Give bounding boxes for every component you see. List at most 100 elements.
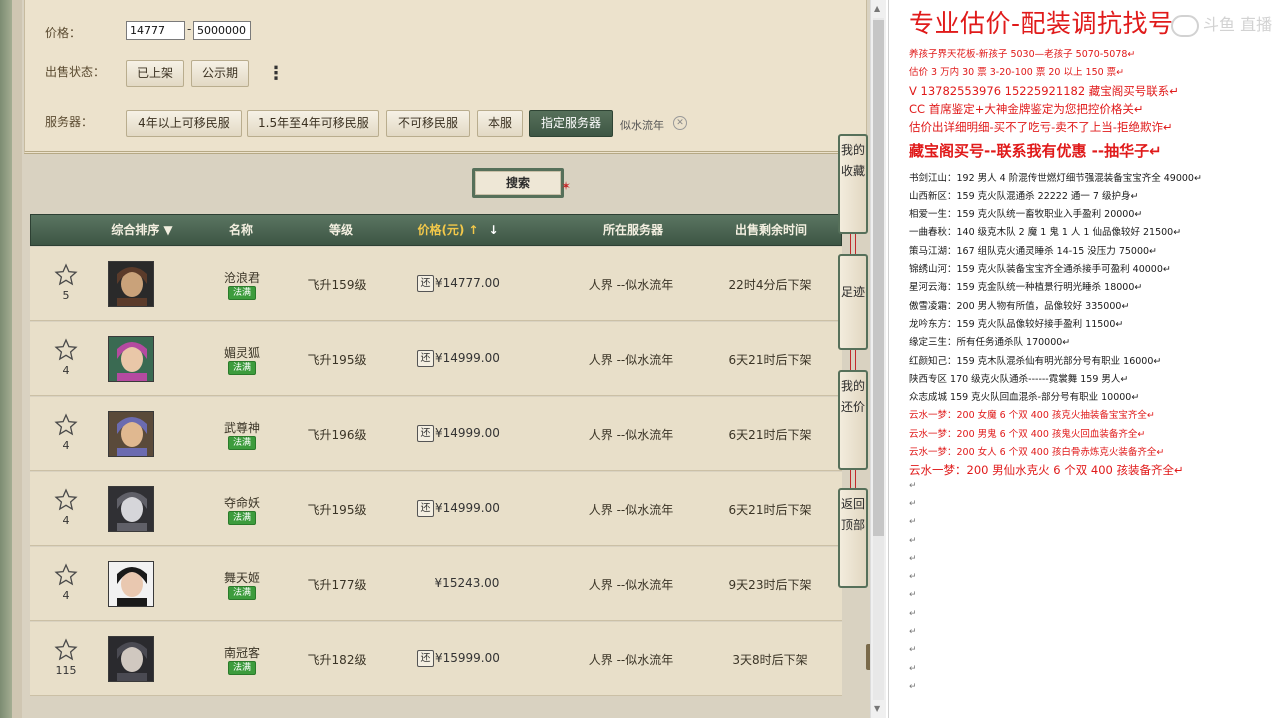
server-name: 人界 --似水流年 (588, 578, 674, 592)
note-line: 缘定三生：所有任务通杀队 170000↵ (909, 337, 1071, 349)
note-line: V 13782553976 15225921182 藏宝阁买号联系↵ (909, 83, 1179, 98)
table-row[interactable]: 4 夺命妖 法满 飞升195级 还 ¥14999.00 人界 --似水流年 6天21时后下架 (30, 472, 842, 546)
name-header: 名称 (228, 223, 253, 237)
character-avatar[interactable] (108, 336, 154, 382)
price-header[interactable]: 价格(元) ↑ ↓ (403, 215, 513, 247)
empty-line-marker: ↵ (909, 517, 917, 528)
price-label: 价格： (45, 26, 82, 40)
note-line: 傲雪凌霜：200 男人物有所值，品像较好 335000↵ (909, 300, 1130, 312)
note-line: 藏宝阁买号--联系我有优惠 --抽华子↵ (909, 141, 1162, 160)
table-row[interactable]: 5 沧浪君 法满 飞升159级 还 ¥14777.00 人界 --似水流年 22时4分后下架 (30, 247, 842, 321)
page-scrollbar[interactable]: ▲ ▼ (870, 0, 886, 718)
favorite-star-icon[interactable] (54, 263, 78, 287)
table-row[interactable]: 4 舞天姬 法满 飞升177级 ¥15243.00 人界 --似水流年 9天23时后下架 (30, 547, 842, 621)
status-public-button[interactable]: 公示期 (191, 60, 249, 87)
selected-server-tag: 似水流年 (620, 119, 664, 132)
character-level: 飞升195级 (307, 503, 367, 517)
favorite-star-icon[interactable] (54, 413, 78, 437)
character-level: 飞升177级 (307, 578, 367, 592)
price-value: ¥14999.00 (435, 501, 500, 515)
search-button[interactable]: 搜索 ✶ (472, 168, 571, 198)
side-history-button[interactable]: 足迹 (838, 254, 868, 350)
status-listed-button[interactable]: 已上架 (126, 60, 184, 87)
favorite-star-icon[interactable] (54, 338, 78, 362)
table-header: 综合排序 ▼ 名称 等级 价格(元) ↑ ↓ 所在服务器 出售剩余时间 (30, 214, 842, 246)
character-name[interactable]: 武尊神 (208, 419, 276, 436)
note-line: 养孩子界天花板-新孩子 5030—老孩子 5070-5078↵ (909, 49, 1136, 60)
left-frame-inner (12, 0, 22, 718)
favorite-star-icon[interactable] (54, 563, 78, 587)
time-remaining: 22时4分后下架 (728, 278, 812, 292)
character-name[interactable]: 沧浪君 (208, 269, 276, 286)
empty-line-marker: ↵ (909, 681, 917, 692)
table-row[interactable]: 4 武尊神 法满 飞升196级 还 ¥14999.00 人界 --似水流年 6天21时后下架 (30, 397, 842, 471)
sect-badge: 法满 (228, 436, 256, 450)
character-name[interactable]: 南冠客 (208, 644, 276, 661)
empty-line-marker: ↵ (909, 535, 917, 546)
note-line: 一曲春秋：140 级克木队 2 魔 1 鬼 1 人 1 仙品像较好 21500↵ (909, 227, 1182, 239)
favorite-count: 4 (62, 439, 70, 452)
server-name: 人界 --似水流年 (588, 503, 674, 517)
price-min-input[interactable] (126, 21, 185, 40)
character-level: 飞升159级 (307, 278, 367, 292)
note-line: 相爱一生：159 克火队统一畜牧职业入手盈利 20000↵ (909, 209, 1143, 221)
character-avatar[interactable] (108, 561, 154, 607)
character-name[interactable]: 夺命妖 (208, 494, 276, 511)
search-button-label: 搜索 (505, 176, 530, 190)
bargain-icon[interactable]: 还 (417, 350, 434, 367)
character-avatar[interactable] (108, 486, 154, 532)
side-bargain-button[interactable]: 我的还价 (838, 370, 868, 470)
note-line: 云水一梦：200 男鬼 6 个双 400 孩鬼火回血装备齐全↵ (909, 428, 1146, 440)
note-line: 估价出详细明细-买不了吃亏-卖不了上当-拒绝欺诈↵ (909, 120, 1173, 135)
server-4yr-button[interactable]: 4年以上可移民服 (126, 110, 242, 137)
scrollbar-thumb[interactable] (873, 20, 884, 536)
empty-line-marker: ↵ (909, 663, 917, 674)
side-favorites-button[interactable]: 我的收藏 (838, 134, 868, 234)
server-local-button[interactable]: 本服 (477, 110, 523, 137)
server-1-5yr-button[interactable]: 1.5年至4年可移民服 (247, 110, 379, 137)
server-name: 人界 --似水流年 (588, 653, 674, 667)
price-max-input[interactable] (193, 21, 251, 40)
time-remaining: 6天21时后下架 (728, 428, 812, 442)
sort-header[interactable]: 综合排序 ▼ (97, 215, 187, 247)
clear-server-icon[interactable]: ✕ (673, 116, 687, 130)
price-sort-up-icon[interactable]: ↑ (468, 215, 478, 245)
scroll-up-icon[interactable]: ▲ (874, 4, 880, 13)
note-line: 云水一梦：200 女魔 6 个双 400 孩克火抽装备宝宝齐全↵ (909, 410, 1155, 422)
character-name[interactable]: 舞天姬 (208, 569, 276, 586)
favorite-star-icon[interactable] (54, 638, 78, 662)
time-remaining: 6天21时后下架 (728, 503, 812, 517)
note-line: 云水一梦：200 男仙水克火 6 个双 400 孩装备齐全↵ (909, 463, 1184, 478)
server-name: 人界 --似水流年 (588, 278, 674, 292)
table-row[interactable]: 115 南冠客 法满 飞升182级 还 ¥15999.00 人界 --似水流年 3天8时后下架 (30, 622, 842, 696)
bargain-icon[interactable]: 还 (417, 650, 434, 667)
price-value: ¥14999.00 (435, 426, 500, 440)
note-line: 龙吟东方：159 克火队品像较好接手盈利 11500↵ (909, 318, 1124, 330)
price-sort-down-icon[interactable]: ↓ (488, 215, 498, 245)
side-connector (850, 468, 856, 490)
time-remaining: 6天21时后下架 (728, 353, 812, 367)
favorite-star-icon[interactable] (54, 488, 78, 512)
empty-line-marker: ↵ (909, 553, 917, 564)
character-avatar[interactable] (108, 636, 154, 682)
table-row[interactable]: 4 媚灵狐 法满 飞升195级 还 ¥14999.00 人界 --似水流年 6天21时后下架 (30, 322, 842, 396)
character-avatar[interactable] (108, 411, 154, 457)
note-line: 红颜知己：159 克木队混杀仙有明光部分号有职业 16000↵ (909, 355, 1162, 367)
bargain-icon[interactable]: 还 (417, 425, 434, 442)
more-options-icon[interactable]: ⋮ (267, 61, 285, 87)
empty-line-marker: ↵ (909, 645, 917, 656)
bargain-icon[interactable]: 还 (417, 275, 434, 292)
douyu-logo-icon (1171, 14, 1199, 37)
level-header: 等级 (328, 223, 353, 237)
character-avatar[interactable] (108, 261, 154, 307)
server-specified-button[interactable]: 指定服务器 (529, 110, 613, 137)
side-back-to-top-button[interactable]: 返回顶部 (838, 488, 868, 588)
sale-status-label: 出售状态： (45, 65, 106, 79)
character-level: 飞升182级 (307, 653, 367, 667)
time-remaining: 9天23时后下架 (728, 578, 812, 592)
bargain-icon[interactable]: 还 (417, 500, 434, 517)
scroll-down-icon[interactable]: ▼ (874, 704, 880, 713)
note-line: 云水一梦：200 女人 6 个双 400 孩白骨赤炼克火装备齐全↵ (909, 447, 1165, 458)
server-nomigrate-button[interactable]: 不可移民服 (386, 110, 470, 137)
character-name[interactable]: 媚灵狐 (208, 344, 276, 361)
